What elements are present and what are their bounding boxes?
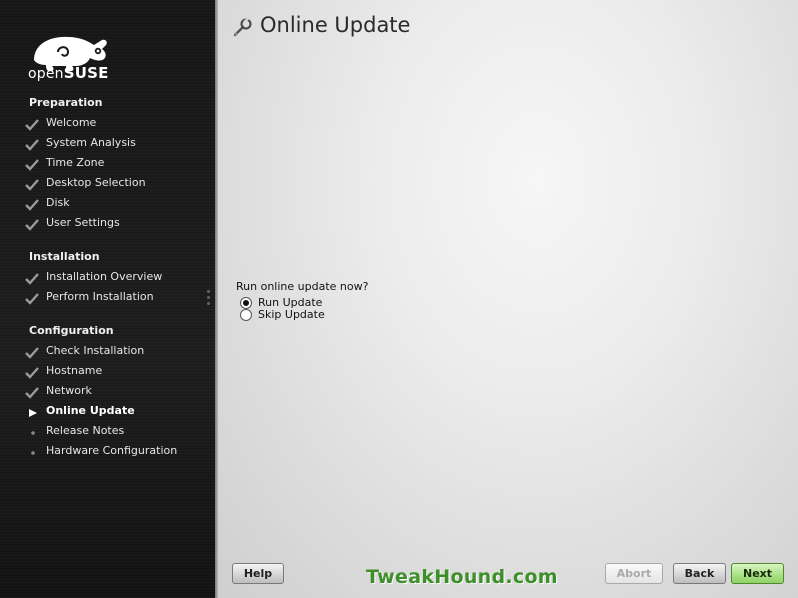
step-time-zone: Time Zone — [24, 156, 214, 174]
checkmark-icon — [25, 347, 39, 359]
update-wrench-icon — [233, 17, 252, 37]
step-installation-overview: Installation Overview — [24, 270, 214, 288]
checkmark-icon — [25, 273, 39, 285]
step-network: Network — [24, 384, 214, 402]
next-button[interactable]: Next — [731, 563, 784, 584]
pending-dot-icon — [31, 431, 35, 435]
opensuse-wordmark: openSUSE — [28, 64, 109, 82]
checkmark-icon — [25, 293, 39, 305]
pending-dot-icon — [31, 451, 35, 455]
checkmark-icon — [25, 199, 39, 211]
checkmark-icon — [25, 387, 39, 399]
section-title-configuration: Configuration — [29, 324, 114, 337]
skip-update-label[interactable]: Skip Update — [258, 308, 325, 321]
sidebar-resize-handle[interactable] — [207, 290, 211, 310]
step-online-update: Online Update — [24, 404, 214, 422]
page-title: Online Update — [260, 13, 411, 37]
step-desktop-selection: Desktop Selection — [24, 176, 214, 194]
step-user-settings: User Settings — [24, 216, 214, 234]
checkmark-icon — [25, 139, 39, 151]
step-perform-installation: Perform Installation — [24, 290, 214, 308]
step-disk: Disk — [24, 196, 214, 214]
current-step-arrow-icon — [29, 409, 37, 417]
checkmark-icon — [25, 219, 39, 231]
section-title-installation: Installation — [29, 250, 100, 263]
main-panel: Online Update Run online update now? Run… — [218, 0, 798, 598]
step-hardware-configuration: Hardware Configuration — [24, 444, 214, 462]
checkmark-icon — [25, 159, 39, 171]
abort-button[interactable]: Abort — [605, 563, 663, 584]
step-check-installation: Check Installation — [24, 344, 214, 362]
section-title-preparation: Preparation — [29, 96, 103, 109]
checkmark-icon — [25, 179, 39, 191]
back-button[interactable]: Back — [673, 563, 726, 584]
sidebar: openSUSE Preparation Welcome System Anal… — [0, 0, 215, 598]
skip-update-radio[interactable] — [240, 309, 252, 321]
step-welcome: Welcome — [24, 116, 214, 134]
run-update-radio[interactable] — [240, 297, 252, 309]
step-system-analysis: System Analysis — [24, 136, 214, 154]
help-button[interactable]: Help — [232, 563, 284, 584]
update-question-label: Run online update now? — [236, 280, 369, 293]
step-release-notes: Release Notes — [24, 424, 214, 442]
checkmark-icon — [25, 119, 39, 131]
step-hostname: Hostname — [24, 364, 214, 382]
tweakhound-watermark: TweakHound.com — [366, 566, 558, 588]
checkmark-icon — [25, 367, 39, 379]
